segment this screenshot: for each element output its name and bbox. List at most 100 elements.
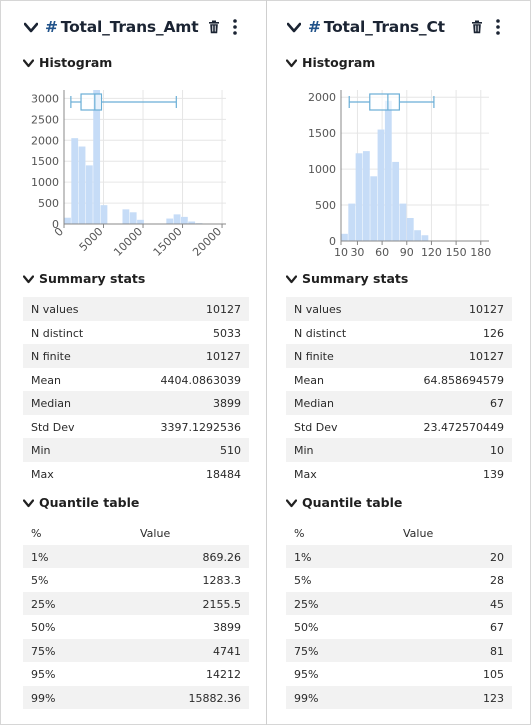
- stat-label: Mean: [294, 373, 324, 387]
- y-tick-label: 3000: [31, 92, 59, 105]
- stat-label: 50%: [294, 621, 319, 634]
- histogram-bar: [384, 100, 392, 242]
- stat-value: 67: [490, 397, 504, 410]
- stat-label: 25%: [294, 597, 319, 611]
- x-tick-label: 30: [350, 246, 364, 259]
- stat-row: 75% 4741: [23, 638, 249, 662]
- histogram-bar: [414, 230, 421, 241]
- stat-row: Min 10: [286, 438, 512, 462]
- x-tick-label: 15000: [151, 225, 185, 259]
- chevron-down-icon: [23, 275, 34, 284]
- stat-value: 64.858694579: [423, 373, 504, 387]
- histogram-bar: [122, 209, 130, 224]
- x-tick-label: 150: [446, 246, 467, 259]
- stat-label: Min: [294, 444, 314, 457]
- kebab-menu-icon[interactable]: [495, 18, 501, 36]
- histogram-bar: [166, 218, 174, 224]
- stat-value: 23.472570449: [423, 420, 504, 434]
- stat-value: 10127: [469, 350, 504, 363]
- y-tick-label: 1000: [31, 176, 59, 189]
- y-tick-label: 2000: [31, 134, 59, 147]
- x-tick-label: 180: [470, 246, 491, 259]
- stat-value: 510: [220, 444, 241, 457]
- histogram-chart: 0500100015002000250030000 5000 10000 15000 2…: [31, 90, 226, 259]
- summary-section-toggle[interactable]: Summary stats: [286, 270, 516, 290]
- y-tick-label: 1000: [308, 163, 336, 176]
- trash-icon[interactable]: [208, 20, 220, 34]
- stat-row: 99% 123: [286, 685, 512, 709]
- chevron-down-icon: [286, 59, 297, 68]
- histogram-bar: [64, 217, 71, 224]
- stat-label: N distinct: [31, 326, 84, 340]
- summary-stats-table: N values 10127 N distinct 5033 N finite 10127…: [23, 297, 249, 485]
- stat-value: 1283.3: [202, 574, 242, 587]
- kebab-menu-icon[interactable]: [232, 18, 238, 36]
- stat-label: 99%: [31, 691, 56, 705]
- histogram-bar: [362, 151, 370, 241]
- histogram-bar: [71, 138, 79, 224]
- stat-value: 2155.5: [202, 597, 242, 611]
- stat-label: 5%: [294, 574, 312, 587]
- column-header: # Total_Trans_Amt: [18, 14, 258, 42]
- stat-label: 95%: [31, 668, 56, 681]
- stat-value: 15882.36: [188, 691, 242, 705]
- x-tick-label: 120: [421, 246, 442, 259]
- stat-row: 1% 869.26: [23, 544, 249, 568]
- stat-row: 95% 14212: [23, 662, 249, 686]
- stat-value: 10127: [206, 350, 241, 363]
- stat-label: 95%: [294, 668, 319, 681]
- stat-row: Median 67: [286, 391, 512, 415]
- column-profile-panel: # Total_Trans_Amt Histogram 0 500 1000 1500 2…: [4, 0, 266, 725]
- stat-label: N finite: [294, 350, 334, 363]
- stat-value: 3899: [213, 621, 241, 634]
- histogram-bar: [85, 165, 93, 224]
- stat-value: 123: [483, 691, 504, 705]
- stat-row: Std Dev 3397.1292536: [23, 415, 249, 439]
- stat-row: 95% 105: [286, 662, 512, 686]
- stat-label: N finite: [31, 350, 71, 363]
- stat-row: 1% 20: [286, 544, 512, 568]
- quantile-section-toggle[interactable]: Quantile table: [23, 494, 253, 514]
- stat-label: N values: [31, 303, 79, 316]
- chevron-down-icon: [23, 59, 34, 68]
- histogram-bar: [180, 216, 188, 224]
- column-header: # Total_Trans_Ct: [281, 14, 521, 42]
- histogram-heading: Histogram: [302, 55, 376, 70]
- x-tick-label: 10000: [111, 225, 145, 259]
- quantile-heading: Quantile table: [39, 495, 140, 510]
- histogram-bar: [100, 205, 108, 224]
- chevron-down-icon[interactable]: [24, 22, 38, 34]
- stat-label: N values: [294, 303, 342, 316]
- histogram-bar: [348, 203, 356, 241]
- stat-label: Max: [31, 467, 54, 481]
- stat-row: 75% 81: [286, 638, 512, 662]
- column-title: # Total_Trans_Amt: [45, 18, 199, 36]
- numeric-type-icon: #: [308, 18, 321, 36]
- trash-icon[interactable]: [471, 20, 483, 34]
- histogram-bar: [341, 233, 348, 241]
- stat-label: 25%: [31, 597, 56, 611]
- y-tick-label: 1500: [308, 127, 336, 140]
- stat-value: 3397.1292536: [160, 420, 241, 434]
- histogram-bar: [392, 161, 400, 241]
- x-tick-label: 10: [334, 246, 348, 259]
- y-tick-label: 500: [315, 199, 336, 212]
- stat-label: 75%: [294, 644, 319, 658]
- stat-label: Median: [294, 397, 335, 410]
- summary-section-toggle[interactable]: Summary stats: [23, 270, 253, 290]
- histogram-bar: [406, 217, 414, 241]
- stat-row: 25% 2155.5: [23, 591, 249, 615]
- quantile-section-toggle[interactable]: Quantile table: [286, 494, 516, 514]
- histogram-bar: [355, 153, 363, 241]
- y-tick-label: 2500: [31, 113, 59, 126]
- stat-value: 18484: [206, 467, 241, 481]
- quantile-table: % Value 1% 869.26 5% 1283.3 25% 2155.5 50% 3899 75…: [23, 521, 249, 709]
- column-profile-panel: # Total_Trans_Ct Histogram 0 500 1000 1500 20…: [266, 0, 528, 725]
- stat-row: Std Dev 23.472570449: [286, 415, 512, 439]
- chevron-down-icon[interactable]: [287, 22, 301, 34]
- stat-value: 4404.0863039: [160, 373, 241, 387]
- histogram-section-toggle[interactable]: Histogram: [23, 54, 253, 74]
- histogram-section-toggle[interactable]: Histogram: [286, 54, 516, 74]
- quantile-table: % Value 1% 20 5% 28 25% 45 50% 67 75% 81 95% 105 99% 12…: [286, 521, 512, 709]
- chevron-down-icon: [23, 499, 34, 508]
